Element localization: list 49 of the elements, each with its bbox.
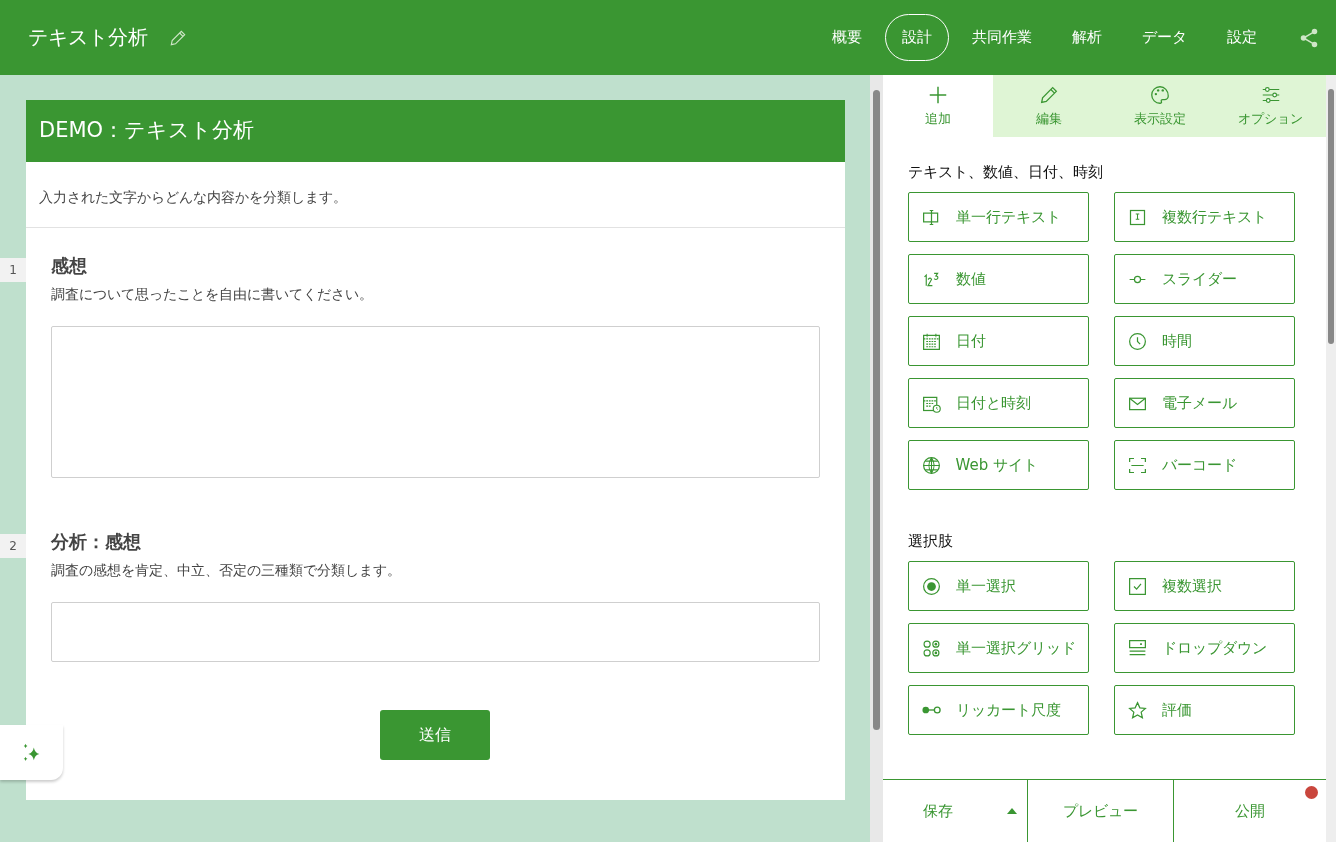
submit-button[interactable]: 送信	[380, 710, 491, 760]
question-hint: 調査の感想を肯定、中立、否定の三種類で分類します。	[51, 562, 402, 580]
nav-tab[interactable]: 共同作業	[955, 14, 1049, 61]
question-type-button[interactable]: スライダー	[1113, 254, 1295, 304]
question-type-button[interactable]: 電子メール	[1113, 378, 1295, 428]
nav-tab[interactable]: 概要	[815, 14, 879, 61]
scrollbar[interactable]	[869, 75, 883, 842]
question-type-button[interactable]: 日付	[907, 316, 1089, 366]
nav-tab[interactable]: 設定	[1210, 14, 1274, 61]
share-icon[interactable]	[1298, 26, 1320, 49]
section-title: 選択肢	[907, 532, 954, 551]
question-hint: 調査について思ったことを自由に書いてください。	[51, 286, 374, 304]
question-type-button[interactable]: 複数行テキスト	[1113, 192, 1295, 242]
scale-icon	[920, 705, 942, 715]
panel-tab[interactable]: オプション	[1215, 75, 1327, 137]
question-title: 感想	[51, 254, 88, 278]
question-type-button[interactable]: 数値	[907, 254, 1089, 304]
form-description: 入力された文字からどんな内容かを分類します。	[26, 162, 845, 228]
star-icon	[1126, 699, 1148, 721]
radio-icon	[920, 575, 942, 597]
question-type-button[interactable]: 複数選択	[1113, 561, 1295, 611]
globe-icon	[920, 454, 942, 476]
nav-tab[interactable]: 解析	[1055, 14, 1119, 61]
nav-tab[interactable]: データ	[1125, 14, 1204, 61]
panel-tab[interactable]: 編集	[993, 75, 1105, 137]
radio-grid-icon	[920, 637, 942, 659]
form-title: テキスト分析	[28, 24, 148, 51]
question-number: 2	[0, 534, 26, 558]
question-type-button[interactable]: 単一選択	[907, 561, 1089, 611]
caret-icon	[1006, 808, 1017, 814]
question-type-button[interactable]: 単一選択グリッド	[907, 623, 1089, 673]
clock-icon	[1126, 330, 1148, 352]
question-type-button[interactable]: 評価	[1113, 685, 1295, 735]
scrollbar[interactable]	[1326, 75, 1336, 842]
question-type-button[interactable]: 時間	[1113, 316, 1295, 366]
question-title: 分析：感想	[51, 530, 142, 554]
form-heading: DEMO：テキスト分析	[26, 100, 845, 162]
palette-icon	[1148, 84, 1171, 106]
question-type-button[interactable]: 日付と時刻	[907, 378, 1089, 428]
question-type-button[interactable]: Web サイト	[907, 440, 1089, 490]
question-type-button[interactable]: リッカート尺度	[907, 685, 1089, 735]
section-title: テキスト、数値、日付、時刻	[907, 163, 1104, 182]
checkbox-icon	[1126, 575, 1148, 597]
question-type-button[interactable]: 単一行テキスト	[907, 192, 1089, 242]
input-field[interactable]	[51, 602, 820, 662]
question-type-button[interactable]: ドロップダウン	[1113, 623, 1295, 673]
question-type-button[interactable]: バーコード	[1113, 440, 1295, 490]
question-number: 1	[0, 258, 26, 282]
panel-tab[interactable]: 表示設定	[1104, 75, 1216, 137]
